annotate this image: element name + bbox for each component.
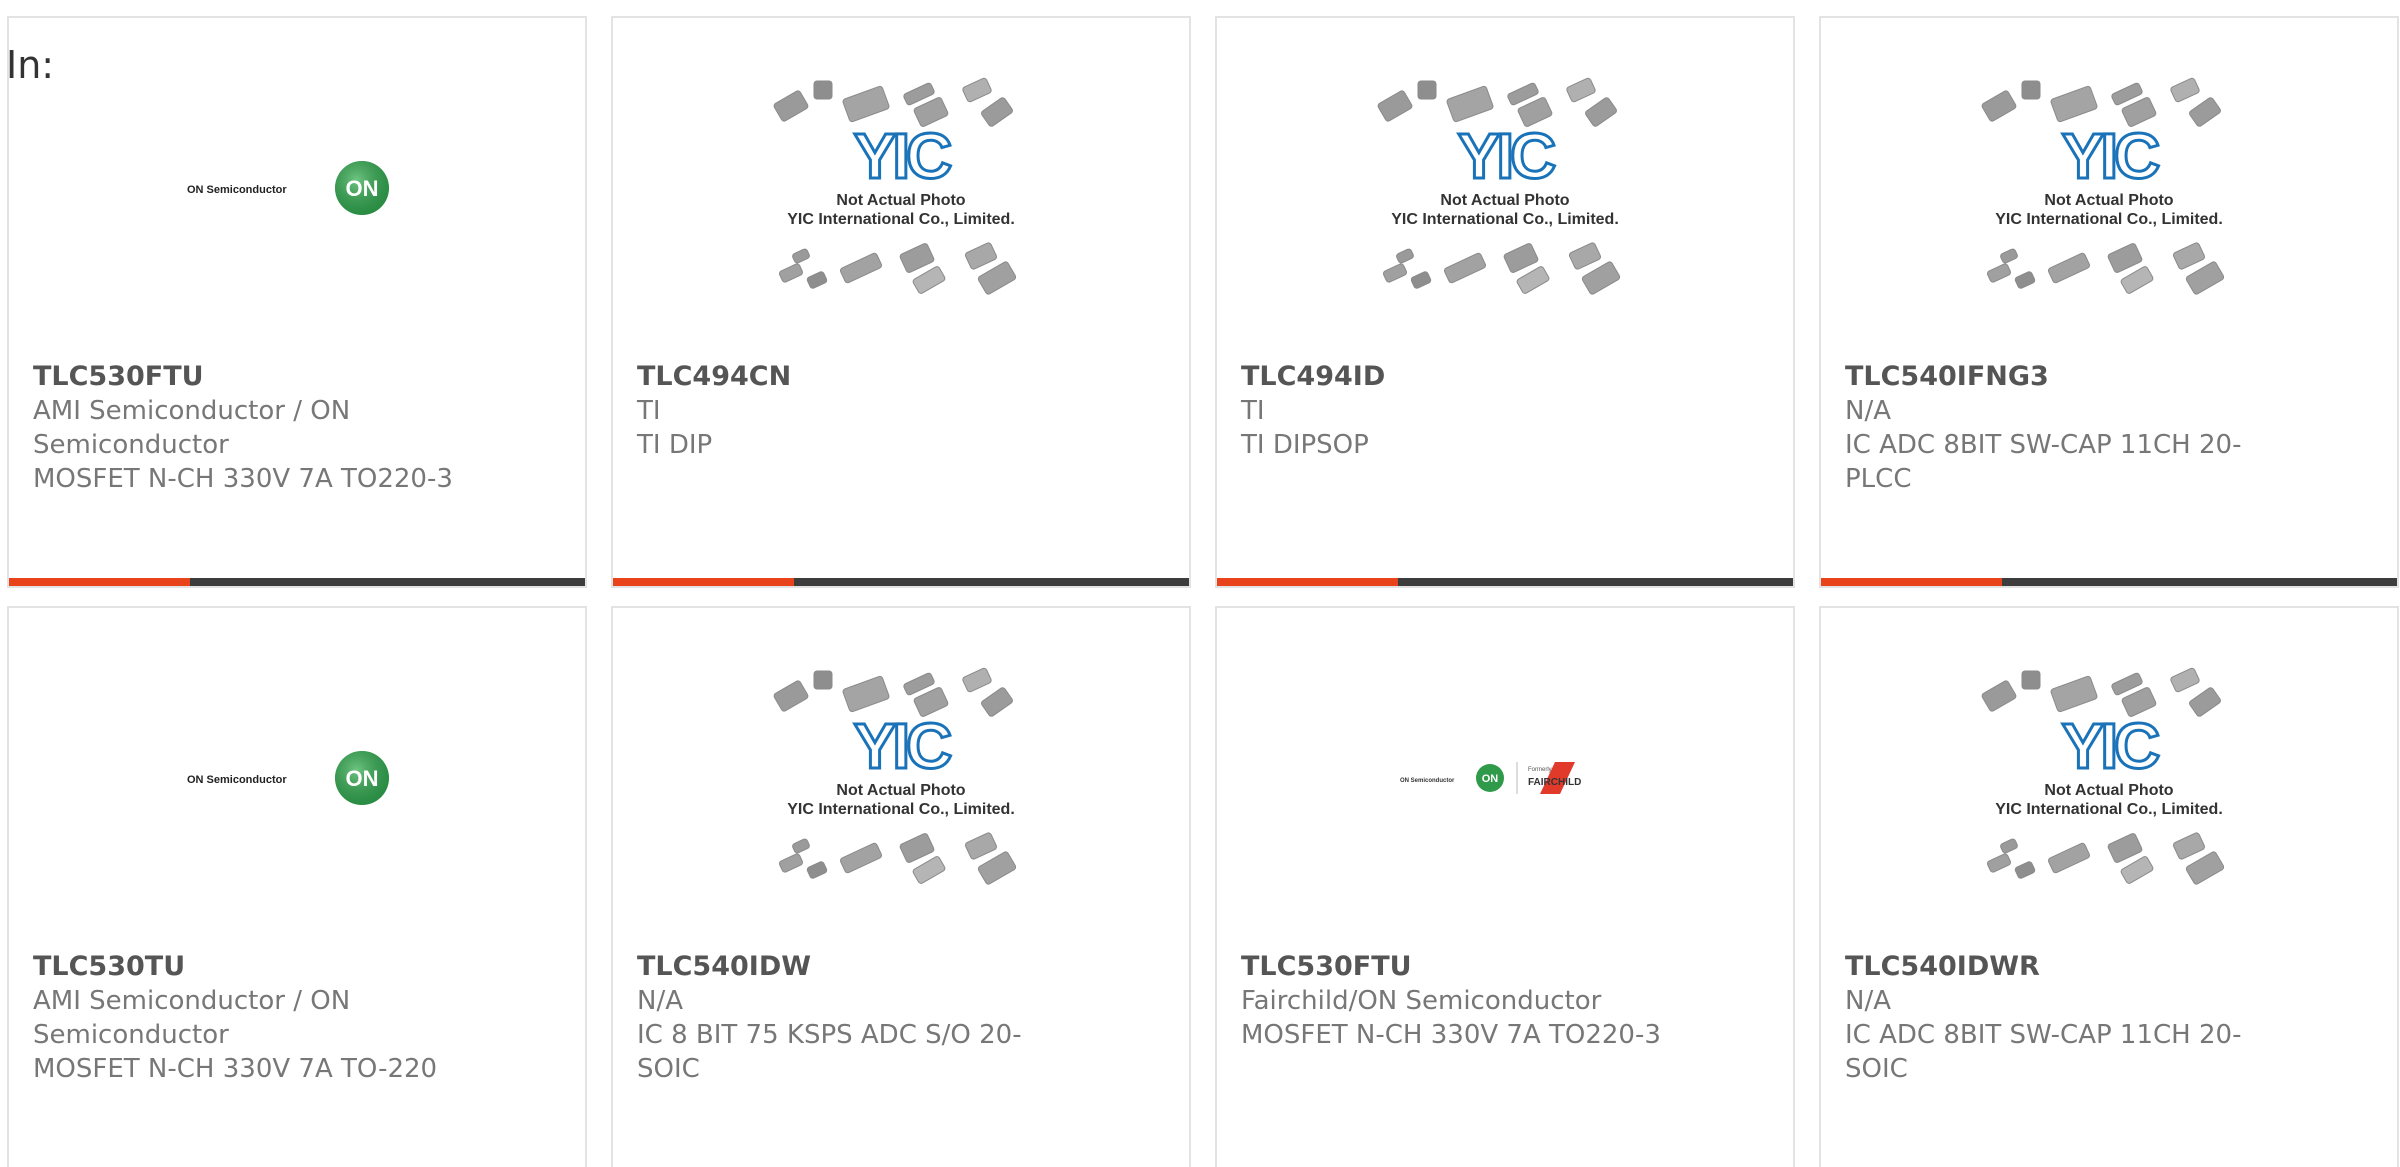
- description: TI DIP: [637, 430, 713, 460]
- svg-text:Not Actual Photo: Not Actual Photo: [836, 782, 965, 799]
- product-image[interactable]: ON Semiconductor ON: [9, 18, 585, 358]
- svg-text:YIC International Co., Limited: YIC International Co., Limited.: [787, 801, 1015, 818]
- product-card[interactable]: YIC Not Actual Photo YIC International C…: [1819, 606, 2399, 1167]
- product-card[interactable]: YIC Not Actual Photo YIC International C…: [611, 606, 1191, 1167]
- product-info: TLC540IDW N/A IC 8 BIT 75 KSPS ADC S/O 2…: [637, 950, 1077, 1086]
- product-image[interactable]: YIC Not Actual Photo YIC International C…: [613, 18, 1189, 358]
- product-card[interactable]: YIC Not Actual Photo YIC International C…: [1819, 16, 2399, 588]
- card-bar-accent: [1217, 578, 1399, 586]
- description: IC ADC 8BIT SW-CAP 11CH 20-SOIC: [1845, 1020, 2242, 1084]
- manufacturer: TI: [637, 396, 661, 426]
- description: MOSFET N-CH 330V 7A TO220-3: [33, 464, 453, 494]
- on-semiconductor-logo: ON Semiconductor ON: [187, 748, 407, 808]
- svg-text:YIC International Co., Limited: YIC International Co., Limited.: [1995, 211, 2223, 228]
- manufacturer: N/A: [637, 986, 683, 1016]
- product-grid: ON Semiconductor ON TLC530FTU AMI Semico…: [7, 16, 2400, 1167]
- svg-text:Not Actual Photo: Not Actual Photo: [836, 192, 965, 209]
- product-image[interactable]: YIC Not Actual Photo YIC International C…: [1821, 18, 2397, 358]
- not-actual-photo-placeholder: YIC Not Actual Photo YIC International C…: [1969, 68, 2249, 308]
- svg-text:ON: ON: [346, 766, 379, 791]
- product-info: TLC530FTU AMI Semiconductor / ON Semicon…: [33, 360, 473, 496]
- svg-text:YIC International Co., Limited: YIC International Co., Limited.: [1995, 801, 2223, 818]
- product-info: TLC530TU AMI Semiconductor / ON Semicond…: [33, 950, 473, 1086]
- card-bottom-bar: [1821, 578, 2397, 586]
- not-actual-photo-placeholder: YIC Not Actual Photo YIC International C…: [761, 658, 1041, 898]
- in-label: In:: [6, 43, 55, 87]
- product-image[interactable]: YIC Not Actual Photo YIC International C…: [1217, 18, 1793, 358]
- svg-text:YIC: YIC: [1458, 120, 1555, 192]
- product-card[interactable]: ON Semiconductor ON TLC530FTU AMI Semico…: [7, 16, 587, 588]
- svg-text:Formerly: Formerly: [1528, 767, 1552, 773]
- card-bar-accent: [9, 578, 191, 586]
- description: IC 8 BIT 75 KSPS ADC S/O 20-SOIC: [637, 1020, 1022, 1084]
- manufacturer: N/A: [1845, 396, 1891, 426]
- product-info: TLC494ID TI TI DIPSOP: [1241, 360, 1681, 462]
- not-actual-photo-placeholder: YIC Not Actual Photo YIC International C…: [1365, 68, 1645, 308]
- svg-text:Not Actual Photo: Not Actual Photo: [2044, 192, 2173, 209]
- not-actual-photo-placeholder: YIC Not Actual Photo YIC International C…: [1969, 658, 2249, 898]
- svg-text:ON Semiconductor: ON Semiconductor: [1400, 778, 1455, 784]
- description: MOSFET N-CH 330V 7A TO220-3: [1241, 1020, 1661, 1050]
- part-number[interactable]: TLC530FTU: [33, 360, 473, 394]
- svg-text:YIC International Co., Limited: YIC International Co., Limited.: [1391, 211, 1619, 228]
- part-number[interactable]: TLC540IDWR: [1845, 950, 2285, 984]
- product-info: TLC540IFNG3 N/A IC ADC 8BIT SW-CAP 11CH …: [1845, 360, 2285, 496]
- card-bar-accent: [613, 578, 795, 586]
- product-info: TLC530FTU Fairchild/ON Semiconductor MOS…: [1241, 950, 1681, 1052]
- manufacturer: AMI Semiconductor / ON Semiconductor: [33, 396, 351, 460]
- description: MOSFET N-CH 330V 7A TO-220: [33, 1054, 438, 1084]
- product-image[interactable]: ON Semiconductor ON: [9, 608, 585, 948]
- description: IC ADC 8BIT SW-CAP 11CH 20-PLCC: [1845, 430, 2242, 494]
- card-bottom-bar: [9, 578, 585, 586]
- product-card[interactable]: YIC Not Actual Photo YIC International C…: [1215, 16, 1795, 588]
- card-bottom-bar: [613, 578, 1189, 586]
- product-card[interactable]: ON Semiconductor ON Formerly FAIRCHILD T…: [1215, 606, 1795, 1167]
- svg-text:FAIRCHILD: FAIRCHILD: [1528, 777, 1581, 788]
- product-image[interactable]: YIC Not Actual Photo YIC International C…: [613, 608, 1189, 948]
- description: TI DIPSOP: [1241, 430, 1369, 460]
- card-bar-accent: [1821, 578, 2003, 586]
- svg-text:YIC International Co., Limited: YIC International Co., Limited.: [787, 211, 1015, 228]
- svg-text:YIC: YIC: [854, 710, 951, 782]
- product-card[interactable]: YIC Not Actual Photo YIC International C…: [611, 16, 1191, 588]
- svg-text:YIC: YIC: [2062, 120, 2159, 192]
- manufacturer: Fairchild/ON Semiconductor: [1241, 986, 1602, 1016]
- product-card[interactable]: ON Semiconductor ON TLC530TU AMI Semicon…: [7, 606, 587, 1167]
- svg-text:Not Actual Photo: Not Actual Photo: [2044, 782, 2173, 799]
- svg-text:YIC: YIC: [854, 120, 951, 192]
- not-actual-photo-placeholder: YIC Not Actual Photo YIC International C…: [761, 68, 1041, 308]
- part-number[interactable]: TLC494CN: [637, 360, 1077, 394]
- product-image[interactable]: YIC Not Actual Photo YIC International C…: [1821, 608, 2397, 948]
- page: In: ON Semiconductor ON TLC530FTU AMI Se…: [0, 0, 2400, 1167]
- part-number[interactable]: TLC540IDW: [637, 950, 1077, 984]
- manufacturer: AMI Semiconductor / ON Semiconductor: [33, 986, 351, 1050]
- svg-text:Not Actual Photo: Not Actual Photo: [1440, 192, 1569, 209]
- part-number[interactable]: TLC530FTU: [1241, 950, 1681, 984]
- card-bottom-bar: [1217, 578, 1793, 586]
- manufacturer: N/A: [1845, 986, 1891, 1016]
- svg-text:ON: ON: [1482, 773, 1499, 785]
- svg-text:ON Semiconductor: ON Semiconductor: [187, 184, 287, 196]
- product-info: TLC494CN TI TI DIP: [637, 360, 1077, 462]
- on-semiconductor-logo: ON Semiconductor ON: [187, 158, 407, 218]
- product-image[interactable]: ON Semiconductor ON Formerly FAIRCHILD: [1217, 608, 1793, 948]
- svg-text:ON Semiconductor: ON Semiconductor: [187, 774, 287, 786]
- part-number[interactable]: TLC494ID: [1241, 360, 1681, 394]
- manufacturer: TI: [1241, 396, 1265, 426]
- svg-text:ON: ON: [346, 176, 379, 201]
- svg-text:YIC: YIC: [2062, 710, 2159, 782]
- on-fairchild-logo: ON Semiconductor ON Formerly FAIRCHILD: [1400, 758, 1610, 798]
- part-number[interactable]: TLC530TU: [33, 950, 473, 984]
- product-info: TLC540IDWR N/A IC ADC 8BIT SW-CAP 11CH 2…: [1845, 950, 2285, 1086]
- part-number[interactable]: TLC540IFNG3: [1845, 360, 2285, 394]
